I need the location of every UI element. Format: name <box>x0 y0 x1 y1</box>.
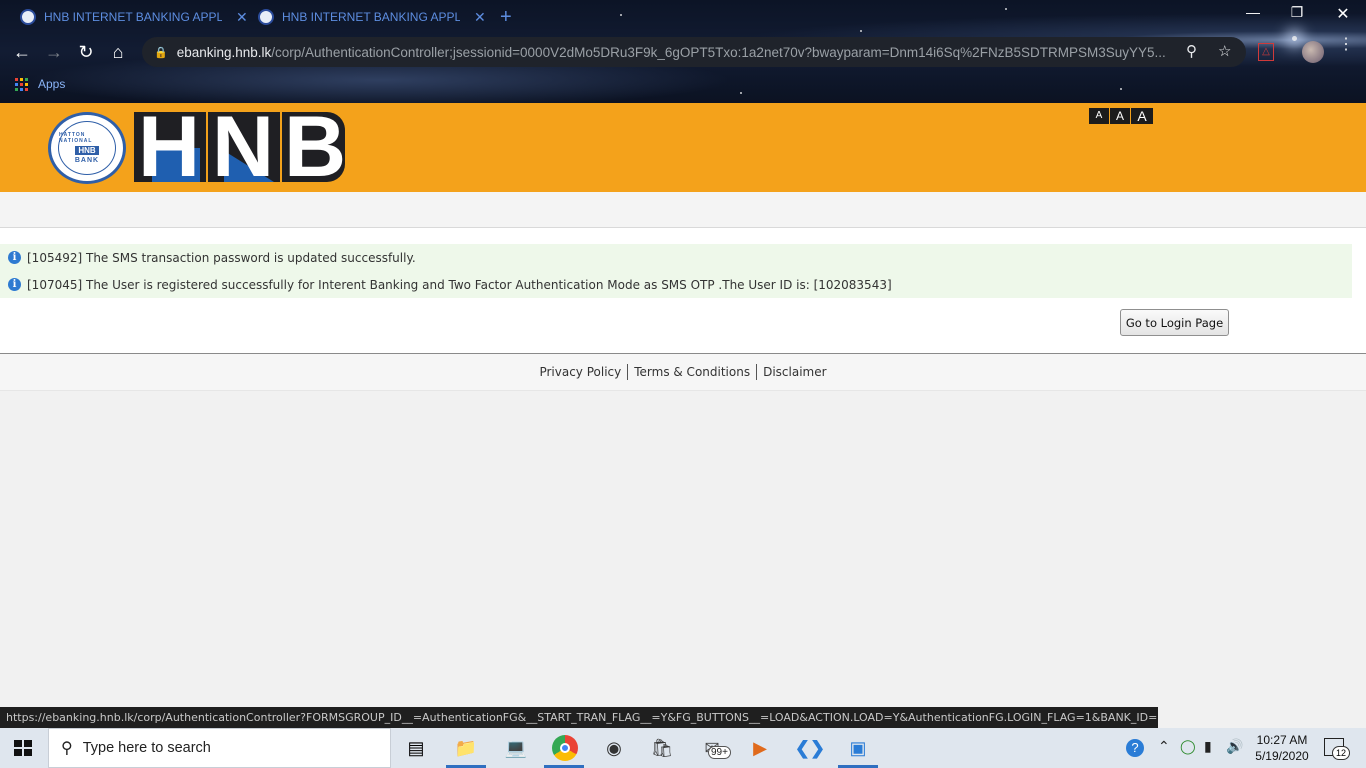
address-bar[interactable]: 🔒 ebanking.hnb.lk /corp/AuthenticationCo… <box>142 37 1246 67</box>
navigation-subbar <box>0 192 1366 228</box>
browser-tab-2[interactable]: HNB INTERNET BANKING APPLIC ✕ <box>258 4 486 30</box>
tab-title: HNB INTERNET BANKING APPLIC <box>282 10 460 24</box>
logo-letter-b: B <box>284 99 347 195</box>
font-size-large-button[interactable]: A <box>1131 108 1153 124</box>
mail-badge: 99+ <box>708 746 731 759</box>
taskbar-search-input[interactable]: ⚲ Type here to search <box>48 728 391 768</box>
logo-letter-h: H <box>138 99 201 195</box>
clock-time: 10:27 AM <box>1256 733 1308 747</box>
background-star <box>740 92 742 94</box>
notification-count-badge: 12 <box>1332 746 1350 760</box>
page-footer: Privacy Policy Terms & Conditions Discla… <box>0 354 1366 391</box>
success-message: i [107045] The User is registered succes… <box>0 271 1352 298</box>
task-view-icon[interactable]: ▤ <box>404 736 428 760</box>
background-star <box>1120 88 1122 90</box>
seal-mid-text: HNB <box>75 146 99 155</box>
font-size-medium-button[interactable]: A <box>1110 108 1130 124</box>
seal-bottom-text: BANK <box>74 157 100 164</box>
apps-grid-icon[interactable] <box>15 78 28 91</box>
forward-icon[interactable]: → <box>42 40 66 64</box>
utorrent-icon[interactable]: ◯ <box>1180 738 1196 755</box>
status-bar-url: https://ebanking.hnb.lk/corp/Authenticat… <box>0 707 1158 728</box>
info-icon: i <box>8 278 21 291</box>
disclaimer-link[interactable]: Disclaimer <box>757 365 832 379</box>
key-icon[interactable]: ⚲ <box>1186 42 1197 60</box>
hnb-favicon-icon <box>20 9 36 25</box>
background-star <box>620 14 622 16</box>
video-app-icon[interactable]: ▶ <box>748 736 772 760</box>
reload-icon[interactable]: ↻ <box>74 40 98 64</box>
success-message: i [105492] The SMS transaction password … <box>0 244 1352 271</box>
background-star <box>1005 8 1007 10</box>
search-icon: ⚲ <box>61 740 73 757</box>
close-tab-icon[interactable]: ✕ <box>236 9 248 26</box>
url-path: /corp/AuthenticationController;jsessioni… <box>271 44 1166 60</box>
search-placeholder: Type here to search <box>82 740 211 756</box>
seal-top-text: HATTON NATIONAL <box>59 132 93 144</box>
terms-conditions-link[interactable]: Terms & Conditions <box>628 365 756 379</box>
font-size-small-button[interactable]: A <box>1089 108 1109 124</box>
chrome-icon[interactable] <box>552 735 578 761</box>
minimize-icon[interactable]: — <box>1230 4 1276 20</box>
browser-tab-1[interactable]: HNB INTERNET BANKING APPLIC ✕ <box>20 4 248 30</box>
hnb-favicon-icon <box>258 9 274 25</box>
pdf-extension-icon[interactable]: △ <box>1258 43 1274 61</box>
browser-chrome: HNB INTERNET BANKING APPLIC ✕ HNB INTERN… <box>0 0 1366 103</box>
windows-taskbar: ⚲ Type here to search ▤ 📁 💻 ◉ 🛍 ✉ 99+ ▶ … <box>0 728 1366 768</box>
windows-start-icon[interactable] <box>14 740 32 756</box>
background-star <box>860 30 862 32</box>
close-tab-icon[interactable]: ✕ <box>474 9 486 26</box>
bookmark-star-icon[interactable]: ☆ <box>1218 42 1231 60</box>
font-size-controls: A A A <box>1089 108 1153 124</box>
taskbar-clock[interactable]: 10:27 AM 5/19/2020 <box>1252 732 1312 764</box>
media-player-icon[interactable]: ◉ <box>602 736 626 760</box>
file-explorer-icon[interactable]: 📁 <box>454 736 478 760</box>
background-star <box>1292 36 1297 41</box>
chrome-icon-center <box>560 743 570 753</box>
photos-icon[interactable]: ▣ <box>846 736 870 760</box>
volume-icon[interactable]: 🔊 <box>1226 738 1243 755</box>
close-window-icon[interactable]: ✕ <box>1320 4 1366 24</box>
tab-title: HNB INTERNET BANKING APPLIC <box>44 10 222 24</box>
privacy-policy-link[interactable]: Privacy Policy <box>533 365 627 379</box>
message-text: [107045] The User is registered successf… <box>27 277 892 292</box>
clock-date: 5/19/2020 <box>1255 749 1309 763</box>
home-icon[interactable]: ⌂ <box>106 40 130 64</box>
help-icon[interactable]: ? <box>1126 739 1144 757</box>
store-icon[interactable]: 🛍 <box>650 736 674 760</box>
browser-menu-icon[interactable]: ⋮ <box>1338 37 1354 53</box>
vscode-icon[interactable]: ❮❯ <box>795 736 825 760</box>
hnb-seal-logo: HATTON NATIONAL HNB BANK <box>48 112 126 184</box>
go-to-login-button[interactable]: Go to Login Page <box>1120 309 1229 336</box>
seal-inner-ring: HATTON NATIONAL HNB BANK <box>58 121 116 175</box>
this-pc-icon[interactable]: 💻 <box>504 736 528 760</box>
restore-icon[interactable]: ❐ <box>1274 4 1320 21</box>
back-icon[interactable]: ← <box>10 40 34 64</box>
new-tab-button[interactable]: + <box>500 6 512 29</box>
show-hidden-icons-icon[interactable]: ⌃ <box>1158 738 1170 755</box>
message-text: [105492] The SMS transaction password is… <box>27 250 416 265</box>
logo-letter-n: N <box>212 99 275 195</box>
apps-bookmark[interactable]: Apps <box>38 77 65 91</box>
profile-avatar[interactable] <box>1302 41 1324 63</box>
lock-icon: 🔒 <box>154 46 168 59</box>
url-host: ebanking.hnb.lk <box>176 44 272 60</box>
battery-icon[interactable]: ▮ <box>1204 738 1212 755</box>
info-icon: i <box>8 251 21 264</box>
